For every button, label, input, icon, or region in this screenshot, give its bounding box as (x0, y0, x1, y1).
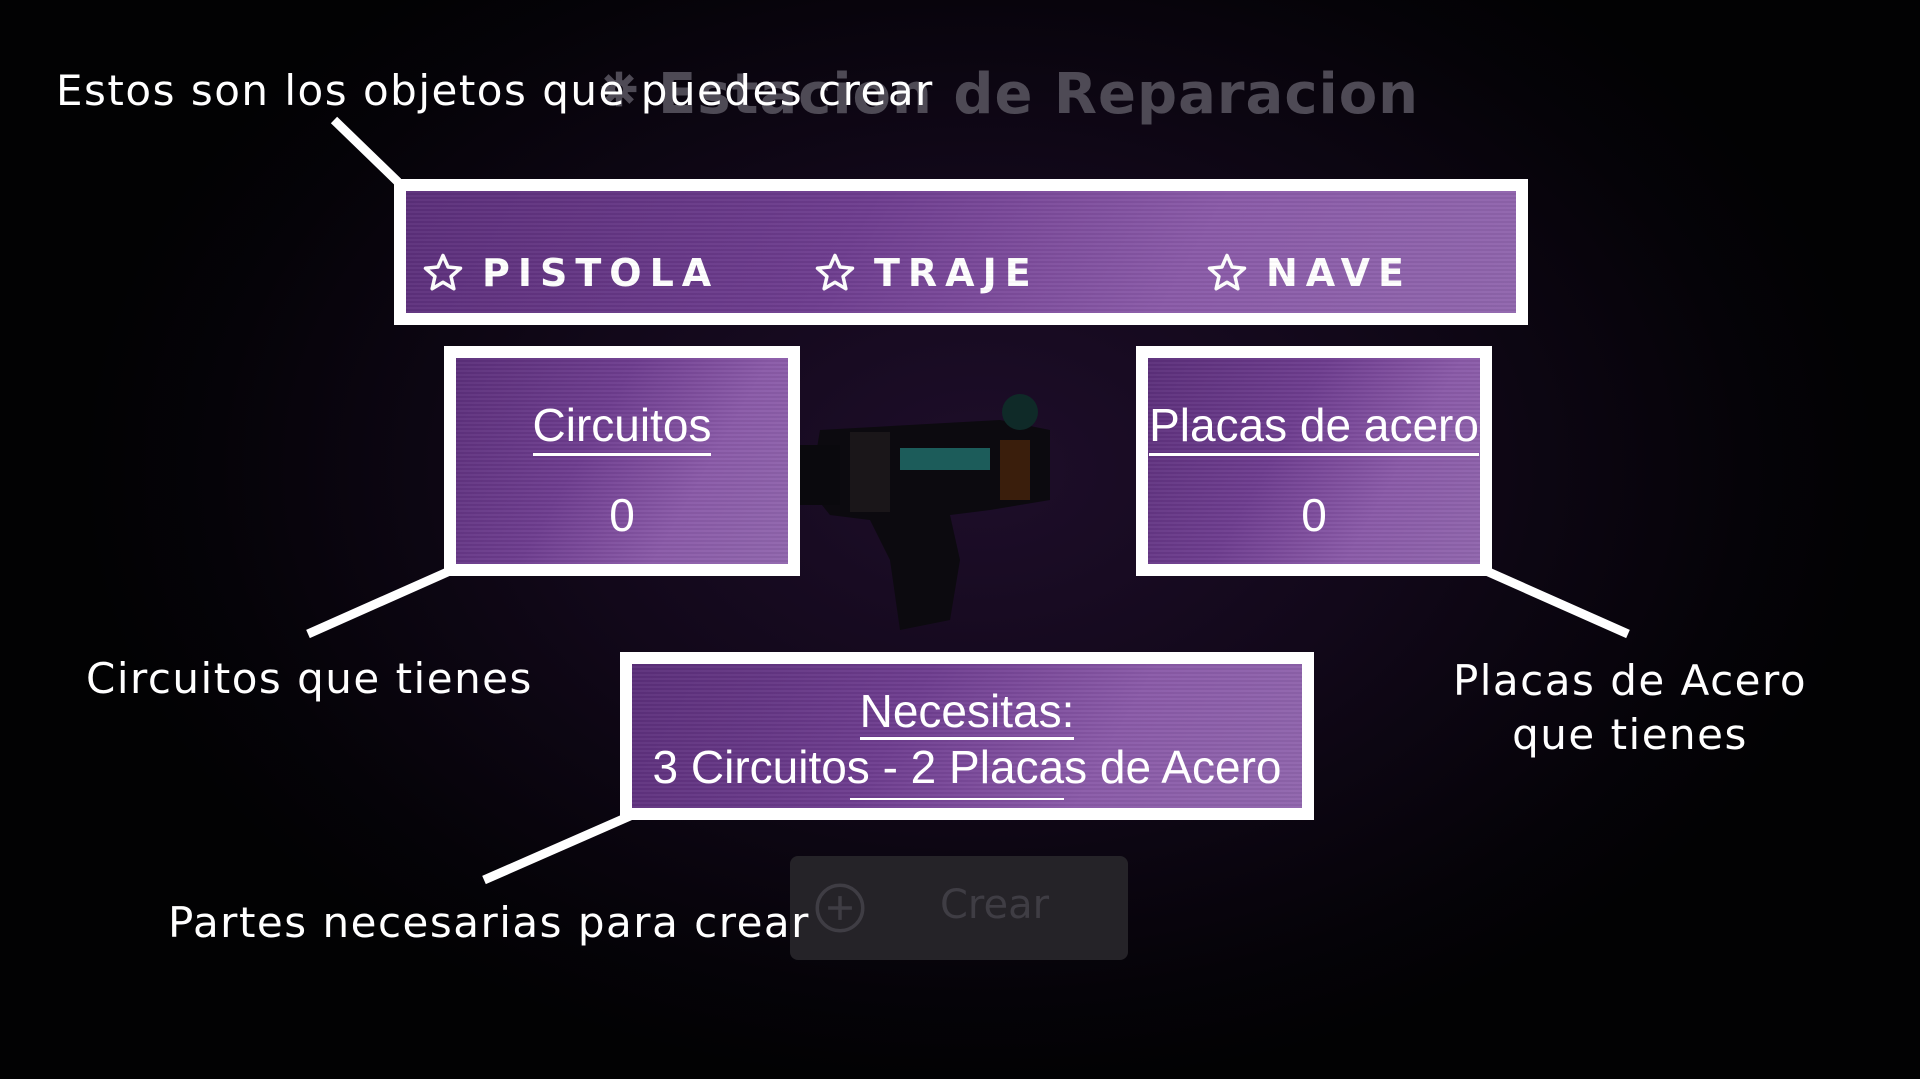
plates-label: Placas de acero (1149, 399, 1479, 456)
annotation-objects: Estos son los objetos que puedes crear (56, 66, 934, 115)
callout-line-plates (1482, 565, 1630, 639)
plates-count: 0 (1301, 489, 1327, 541)
circuits-count: 0 (609, 489, 635, 541)
requirements-text: 3 Circuitos - 2 Placas de Acero (652, 741, 1282, 793)
callout-line-objects (330, 116, 402, 186)
callout-line-parts (482, 811, 632, 885)
callout-line-circuits (306, 565, 454, 639)
annotation-plates-line1: Placas de Acero (1452, 656, 1808, 705)
requirements-title: Necesitas: (859, 685, 1075, 740)
circuits-label: Circuitos (532, 399, 712, 456)
annotation-parts: Partes necesarias para crear (168, 898, 810, 947)
requirements-divider (850, 798, 1064, 800)
annotation-plates: Placas de Acero que tienes (1420, 654, 1840, 762)
annotation-circuits: Circuitos que tienes (86, 654, 533, 703)
annotation-plates-line2: que tienes (1512, 710, 1748, 759)
